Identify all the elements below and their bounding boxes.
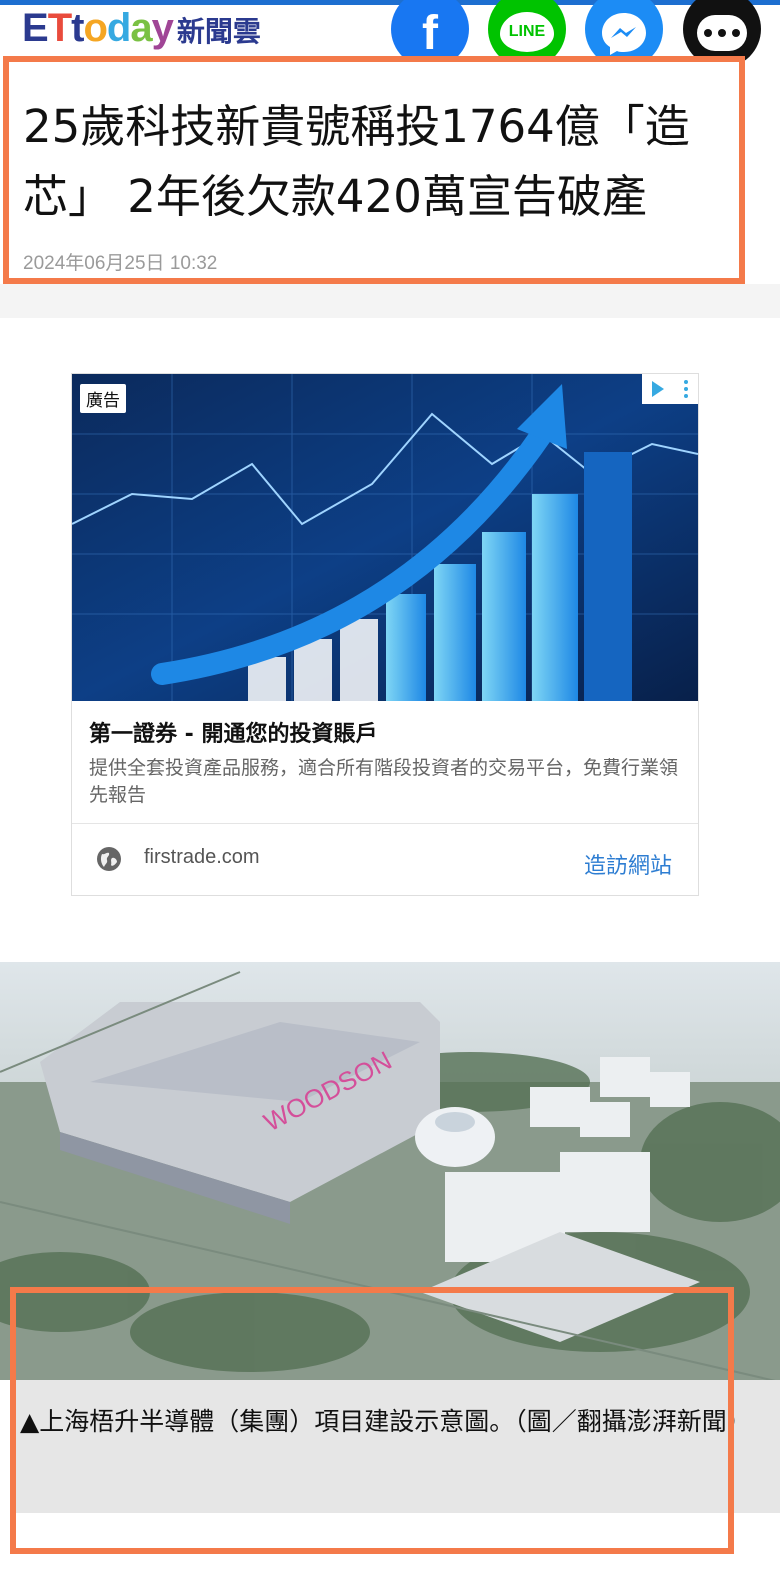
ad-domain: firstrade.com	[144, 846, 260, 868]
ad-description: 提供全套投資產品服務，適合所有階段投資者的交易平台，免費行業領先報告	[89, 757, 679, 806]
section-separator	[0, 284, 780, 318]
line-icon: LINE	[500, 12, 554, 52]
top-bar: ETtoday 新聞雲 f LINE	[0, 0, 780, 68]
globe-icon	[97, 847, 121, 871]
logo-suffix: 新聞雲	[176, 15, 261, 48]
logo-wordmark: ETtoday	[22, 6, 174, 50]
more-icon	[697, 15, 747, 51]
caption-highlight-box	[10, 1287, 734, 1554]
ad-badge: 廣告	[80, 384, 126, 413]
messenger-icon	[602, 13, 646, 55]
ad-choices-button[interactable]	[642, 374, 698, 404]
visit-site-button[interactable]: 造訪網站	[584, 848, 672, 880]
adchoices-icon	[652, 381, 664, 397]
ettoday-logo[interactable]: ETtoday 新聞雲	[22, 6, 261, 54]
ad-title[interactable]: 第一證券 - 開通您的投資賬戶	[89, 716, 377, 748]
ad-image[interactable]	[72, 374, 698, 701]
ad-menu-icon[interactable]	[684, 380, 688, 398]
article-title: 25歲科技新貴號稱投1764億「造芯」 2年後欠款420萬宣告破產	[23, 100, 690, 223]
ad-card[interactable]: 廣告 第一證券 - 開通您的投資賬戶 提供全套投資產品服務，適合所有階段投資者的…	[71, 373, 699, 896]
ad-divider	[72, 823, 698, 824]
facebook-icon: f	[422, 6, 438, 60]
headline-highlight-box: 25歲科技新貴號稱投1764億「造芯」 2年後欠款420萬宣告破產 2024年0…	[3, 56, 745, 284]
article-date: 2024年06月25日 10:32	[23, 253, 218, 274]
top-accent-line	[0, 0, 780, 5]
line-label: LINE	[508, 23, 546, 40]
